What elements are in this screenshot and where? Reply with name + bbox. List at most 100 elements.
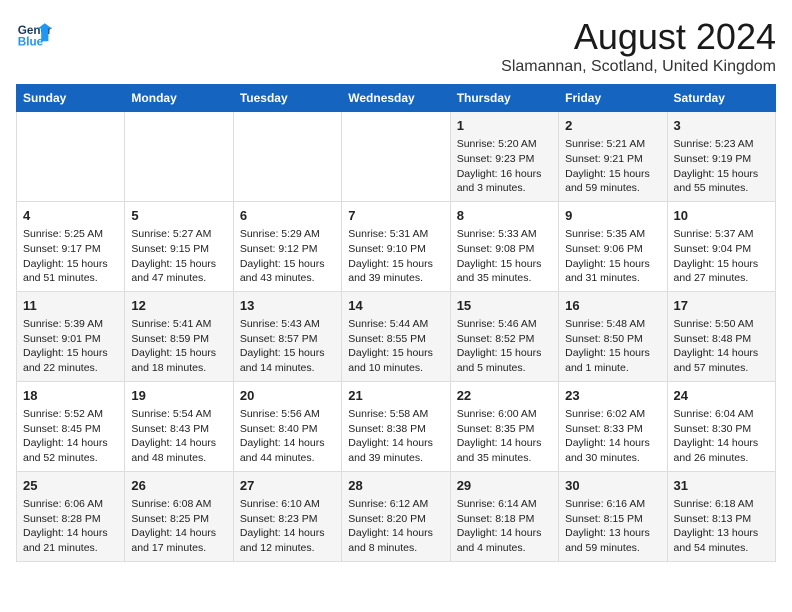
day-info: Sunrise: 6:12 AM Sunset: 8:20 PM Dayligh… bbox=[348, 497, 443, 556]
day-info: Sunrise: 5:27 AM Sunset: 9:15 PM Dayligh… bbox=[131, 227, 226, 286]
calendar-cell: 26 Sunrise: 6:08 AM Sunset: 8:25 PM Dayli… bbox=[125, 471, 233, 561]
calendar-cell: 31 Sunrise: 6:18 AM Sunset: 8:13 PM Dayli… bbox=[667, 471, 775, 561]
day-number: 15 bbox=[457, 297, 552, 315]
day-number: 23 bbox=[565, 387, 660, 405]
calendar-cell: 22 Sunrise: 6:00 AM Sunset: 8:35 PM Dayli… bbox=[450, 381, 558, 471]
day-info: Sunrise: 6:18 AM Sunset: 8:13 PM Dayligh… bbox=[674, 497, 769, 556]
day-info: Sunrise: 5:52 AM Sunset: 8:45 PM Dayligh… bbox=[23, 407, 118, 466]
day-number: 11 bbox=[23, 297, 118, 315]
calendar-cell: 20 Sunrise: 5:56 AM Sunset: 8:40 PM Dayli… bbox=[233, 381, 341, 471]
day-info: Sunrise: 5:56 AM Sunset: 8:40 PM Dayligh… bbox=[240, 407, 335, 466]
day-number: 12 bbox=[131, 297, 226, 315]
location: Slamannan, Scotland, United Kingdom bbox=[501, 58, 776, 76]
calendar-cell: 28 Sunrise: 6:12 AM Sunset: 8:20 PM Dayli… bbox=[342, 471, 450, 561]
calendar-cell: 19 Sunrise: 5:54 AM Sunset: 8:43 PM Dayli… bbox=[125, 381, 233, 471]
day-info: Sunrise: 6:04 AM Sunset: 8:30 PM Dayligh… bbox=[674, 407, 769, 466]
weekday-header-monday: Monday bbox=[125, 85, 233, 112]
day-info: Sunrise: 5:31 AM Sunset: 9:10 PM Dayligh… bbox=[348, 227, 443, 286]
day-number: 31 bbox=[674, 477, 769, 495]
calendar-cell: 7 Sunrise: 5:31 AM Sunset: 9:10 PM Daylig… bbox=[342, 201, 450, 291]
calendar-cell: 9 Sunrise: 5:35 AM Sunset: 9:06 PM Daylig… bbox=[559, 201, 667, 291]
day-info: Sunrise: 6:16 AM Sunset: 8:15 PM Dayligh… bbox=[565, 497, 660, 556]
day-info: Sunrise: 5:46 AM Sunset: 8:52 PM Dayligh… bbox=[457, 317, 552, 376]
day-info: Sunrise: 5:33 AM Sunset: 9:08 PM Dayligh… bbox=[457, 227, 552, 286]
weekday-header-tuesday: Tuesday bbox=[233, 85, 341, 112]
day-info: Sunrise: 6:02 AM Sunset: 8:33 PM Dayligh… bbox=[565, 407, 660, 466]
day-info: Sunrise: 5:35 AM Sunset: 9:06 PM Dayligh… bbox=[565, 227, 660, 286]
day-number: 19 bbox=[131, 387, 226, 405]
day-number: 3 bbox=[674, 117, 769, 135]
calendar-table: SundayMondayTuesdayWednesdayThursdayFrid… bbox=[16, 84, 776, 562]
day-info: Sunrise: 5:41 AM Sunset: 8:59 PM Dayligh… bbox=[131, 317, 226, 376]
calendar-cell: 13 Sunrise: 5:43 AM Sunset: 8:57 PM Dayli… bbox=[233, 291, 341, 381]
day-number: 16 bbox=[565, 297, 660, 315]
calendar-week-2: 4 Sunrise: 5:25 AM Sunset: 9:17 PM Daylig… bbox=[17, 201, 776, 291]
calendar-cell: 1 Sunrise: 5:20 AM Sunset: 9:23 PM Daylig… bbox=[450, 112, 558, 202]
calendar-week-5: 25 Sunrise: 6:06 AM Sunset: 8:28 PM Dayli… bbox=[17, 471, 776, 561]
day-info: Sunrise: 6:08 AM Sunset: 8:25 PM Dayligh… bbox=[131, 497, 226, 556]
month-title: August 2024 bbox=[501, 16, 776, 58]
day-number: 20 bbox=[240, 387, 335, 405]
calendar-cell: 14 Sunrise: 5:44 AM Sunset: 8:55 PM Dayli… bbox=[342, 291, 450, 381]
day-info: Sunrise: 5:50 AM Sunset: 8:48 PM Dayligh… bbox=[674, 317, 769, 376]
day-number: 2 bbox=[565, 117, 660, 135]
day-number: 26 bbox=[131, 477, 226, 495]
calendar-cell: 23 Sunrise: 6:02 AM Sunset: 8:33 PM Dayli… bbox=[559, 381, 667, 471]
day-number: 4 bbox=[23, 207, 118, 225]
day-number: 14 bbox=[348, 297, 443, 315]
calendar-cell: 11 Sunrise: 5:39 AM Sunset: 9:01 PM Dayli… bbox=[17, 291, 125, 381]
day-info: Sunrise: 5:20 AM Sunset: 9:23 PM Dayligh… bbox=[457, 137, 552, 196]
weekday-header-friday: Friday bbox=[559, 85, 667, 112]
day-number: 9 bbox=[565, 207, 660, 225]
day-number: 28 bbox=[348, 477, 443, 495]
calendar-cell: 5Sunrise: 5:27 AM Sunset: 9:15 PM Daylig… bbox=[125, 201, 233, 291]
calendar-week-1: 1 Sunrise: 5:20 AM Sunset: 9:23 PM Daylig… bbox=[17, 112, 776, 202]
day-info: Sunrise: 5:58 AM Sunset: 8:38 PM Dayligh… bbox=[348, 407, 443, 466]
calendar-cell: 18Sunrise: 5:52 AM Sunset: 8:45 PM Dayli… bbox=[17, 381, 125, 471]
day-info: Sunrise: 5:39 AM Sunset: 9:01 PM Dayligh… bbox=[23, 317, 118, 376]
day-number: 1 bbox=[457, 117, 552, 135]
calendar-cell bbox=[17, 112, 125, 202]
weekday-header-thursday: Thursday bbox=[450, 85, 558, 112]
calendar-cell: 10 Sunrise: 5:37 AM Sunset: 9:04 PM Dayli… bbox=[667, 201, 775, 291]
day-info: Sunrise: 6:10 AM Sunset: 8:23 PM Dayligh… bbox=[240, 497, 335, 556]
logo: General Blue bbox=[16, 16, 52, 52]
day-info: Sunrise: 6:06 AM Sunset: 8:28 PM Dayligh… bbox=[23, 497, 118, 556]
calendar-cell: 8 Sunrise: 5:33 AM Sunset: 9:08 PM Daylig… bbox=[450, 201, 558, 291]
day-number: 29 bbox=[457, 477, 552, 495]
calendar-body: 1 Sunrise: 5:20 AM Sunset: 9:23 PM Daylig… bbox=[17, 112, 776, 562]
calendar-cell: 12 Sunrise: 5:41 AM Sunset: 8:59 PM Dayli… bbox=[125, 291, 233, 381]
day-number: 17 bbox=[674, 297, 769, 315]
day-number: 6 bbox=[240, 207, 335, 225]
day-info: Sunrise: 5:37 AM Sunset: 9:04 PM Dayligh… bbox=[674, 227, 769, 286]
calendar-week-3: 11 Sunrise: 5:39 AM Sunset: 9:01 PM Dayli… bbox=[17, 291, 776, 381]
day-number: 22 bbox=[457, 387, 552, 405]
calendar-week-4: 18Sunrise: 5:52 AM Sunset: 8:45 PM Dayli… bbox=[17, 381, 776, 471]
day-number: 30 bbox=[565, 477, 660, 495]
calendar-cell: 4 Sunrise: 5:25 AM Sunset: 9:17 PM Daylig… bbox=[17, 201, 125, 291]
day-number: 13 bbox=[240, 297, 335, 315]
day-info: Sunrise: 5:25 AM Sunset: 9:17 PM Dayligh… bbox=[23, 227, 118, 286]
day-info: Sunrise: 5:43 AM Sunset: 8:57 PM Dayligh… bbox=[240, 317, 335, 376]
calendar-cell: 16 Sunrise: 5:48 AM Sunset: 8:50 PM Dayli… bbox=[559, 291, 667, 381]
weekday-header-saturday: Saturday bbox=[667, 85, 775, 112]
day-info: Sunrise: 6:00 AM Sunset: 8:35 PM Dayligh… bbox=[457, 407, 552, 466]
day-info: Sunrise: 5:23 AM Sunset: 9:19 PM Dayligh… bbox=[674, 137, 769, 196]
calendar-cell bbox=[342, 112, 450, 202]
day-info: Sunrise: 5:44 AM Sunset: 8:55 PM Dayligh… bbox=[348, 317, 443, 376]
svg-text:Blue: Blue bbox=[18, 36, 44, 49]
day-number: 24 bbox=[674, 387, 769, 405]
calendar-cell bbox=[125, 112, 233, 202]
title-block: August 2024 Slamannan, Scotland, United … bbox=[501, 16, 776, 76]
calendar-cell: 15 Sunrise: 5:46 AM Sunset: 8:52 PM Dayli… bbox=[450, 291, 558, 381]
calendar-cell bbox=[233, 112, 341, 202]
day-number: 7 bbox=[348, 207, 443, 225]
day-number: 25 bbox=[23, 477, 118, 495]
calendar-cell: 29Sunrise: 6:14 AM Sunset: 8:18 PM Dayli… bbox=[450, 471, 558, 561]
calendar-cell: 17 Sunrise: 5:50 AM Sunset: 8:48 PM Dayli… bbox=[667, 291, 775, 381]
day-number: 8 bbox=[457, 207, 552, 225]
weekday-header-wednesday: Wednesday bbox=[342, 85, 450, 112]
day-number: 10 bbox=[674, 207, 769, 225]
day-info: Sunrise: 5:54 AM Sunset: 8:43 PM Dayligh… bbox=[131, 407, 226, 466]
day-info: Sunrise: 5:48 AM Sunset: 8:50 PM Dayligh… bbox=[565, 317, 660, 376]
